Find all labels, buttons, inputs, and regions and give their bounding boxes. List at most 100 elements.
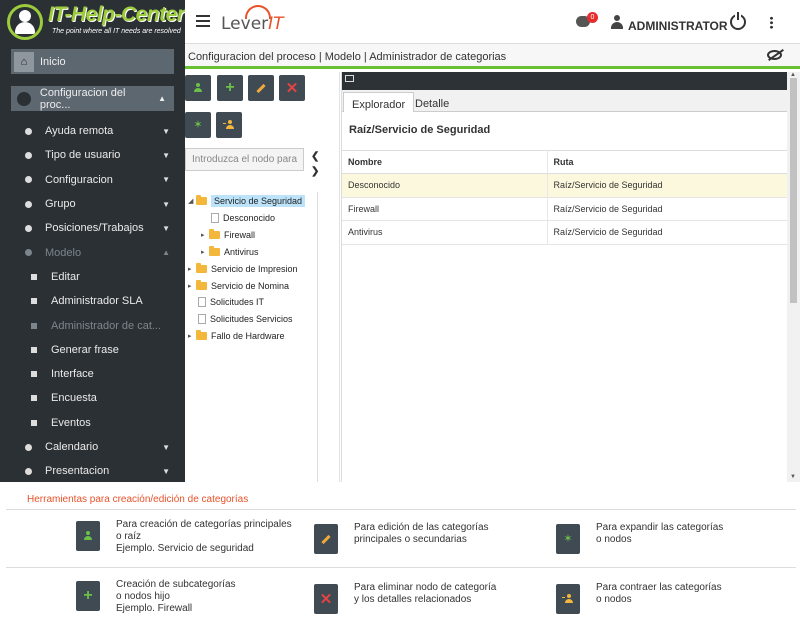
sidebar-item-configuracion-proceso[interactable]: Configuracion del proc... ▲	[11, 86, 174, 111]
help-text: Para expandir las categorías o nodos	[596, 522, 724, 545]
category-tree-pane: + ✕ ✶ Introduzca el nodo para ❮ ❯ ◢ Servi…	[185, 72, 340, 482]
scrollbar-thumb[interactable]	[790, 78, 797, 303]
add-root-user-icon	[193, 83, 203, 93]
user-icon[interactable]	[611, 15, 623, 29]
hide-eye-icon[interactable]	[767, 50, 782, 60]
help-edit: Para edición de las categorías principal…	[314, 522, 489, 554]
tools-title: Herramientas para creación/edición de ca…	[27, 494, 249, 505]
edit-button[interactable]	[248, 75, 274, 101]
tree-node-servicio-impresion[interactable]: ▸ Servicio de Impresion	[188, 261, 298, 276]
sidebar-item-label: Interface	[51, 368, 94, 381]
folder-icon	[196, 194, 207, 205]
folder-icon	[196, 279, 207, 290]
explorer-tabs: Explorador Detalle	[342, 90, 788, 112]
divider	[6, 509, 796, 510]
help-text: Para eliminar nodo de categoría y los de…	[354, 582, 497, 605]
caret-right-icon[interactable]: ▸	[201, 231, 209, 239]
menu-hamburger-icon[interactable]	[196, 15, 210, 27]
sidebar-item-label: Posiciones/Trabajos	[45, 222, 144, 235]
edit-pencil-icon	[256, 83, 266, 93]
tree-node-desconocido[interactable]: Desconocido	[211, 210, 275, 225]
sidebar-subitem-administrador-sla[interactable]: Administrador SLA	[0, 289, 185, 313]
sidebar-item-tipo-usuario[interactable]: Tipo de usuario ▼	[0, 143, 185, 167]
username[interactable]: ADMINISTRATOR	[628, 19, 728, 33]
notification-badge: 0	[587, 12, 598, 23]
delete-x-icon: ✕	[314, 584, 338, 614]
sidebar-subitem-interface[interactable]: Interface	[0, 362, 185, 386]
chevron-down-icon: ▼	[162, 150, 170, 160]
sidebar-item-posiciones[interactable]: Posiciones/Trabajos ▼	[0, 216, 185, 240]
sidebar-subitem-eventos[interactable]: Eventos	[0, 411, 185, 435]
divider	[6, 567, 796, 568]
sidebar-item-modelo[interactable]: Modelo ▲	[0, 240, 185, 264]
add-root-user-icon	[76, 521, 100, 551]
chevron-up-icon: ▲	[158, 94, 166, 103]
caret-down-icon[interactable]: ◢	[188, 197, 196, 205]
chevron-left-icon[interactable]: ❮	[311, 151, 319, 162]
help-delete: ✕ Para eliminar nodo de categoría y los …	[314, 582, 496, 614]
sidebar-item-grupo[interactable]: Grupo ▼	[0, 192, 185, 216]
delete-button[interactable]: ✕	[279, 75, 305, 101]
caret-right-icon[interactable]: ▸	[188, 332, 196, 340]
power-logout-icon[interactable]	[730, 12, 746, 30]
sidebar-item-ayuda-remota[interactable]: Ayuda remota ▼	[0, 119, 185, 143]
it-help-center-logo[interactable]: IT-Help-Center The point where all IT ne…	[0, 0, 185, 44]
tree-node-solicitudes-servicios[interactable]: Solicitudes Servicios	[198, 311, 293, 326]
chevron-down-icon: ▼	[162, 442, 170, 452]
collapse-icon	[556, 584, 580, 614]
category-table: Nombre Ruta Desconocido Raíz/Servicio de …	[342, 150, 788, 245]
sidebar-item-label: Encuesta	[51, 392, 97, 405]
scroll-down-icon[interactable]: ▼	[790, 474, 796, 480]
add-child-button[interactable]: +	[217, 75, 243, 101]
tab-detalle[interactable]: Detalle	[407, 92, 457, 112]
expand-button[interactable]: ✶	[185, 112, 211, 138]
explorer-pane: Explorador Detalle Raíz/Servicio de Segu…	[341, 72, 788, 482]
sidebar-item-label: Inicio	[40, 55, 66, 68]
monitor-icon	[345, 75, 354, 82]
chevron-right-icon[interactable]: ❯	[311, 166, 319, 177]
help-text: Para creación de categorías principales …	[116, 519, 292, 554]
file-icon	[198, 313, 206, 324]
sidebar-subitem-editar[interactable]: Editar	[0, 265, 185, 289]
more-options-icon[interactable]	[770, 16, 773, 29]
file-icon	[211, 212, 219, 223]
sidebar-item-inicio[interactable]: ⌂ Inicio	[11, 49, 174, 74]
circle-icon	[17, 91, 31, 106]
sidebar-item-presentacion[interactable]: Presentacion ▼	[0, 459, 185, 482]
caret-right-icon[interactable]: ▸	[201, 248, 209, 256]
caret-right-icon[interactable]: ▸	[188, 265, 196, 273]
collapse-button[interactable]	[216, 112, 242, 138]
tab-explorador[interactable]: Explorador	[343, 92, 415, 112]
tree-node-solicitudes-it[interactable]: Solicitudes IT	[198, 294, 264, 309]
folder-icon	[196, 262, 207, 273]
sidebar-item-configuracion[interactable]: Configuracion ▼	[0, 168, 185, 192]
delete-x-icon: ✕	[285, 79, 299, 97]
column-header-nombre[interactable]: Nombre	[342, 150, 548, 174]
cell-ruta: Raíz/Servicio de Seguridad	[547, 220, 788, 245]
tree-node-antivirus[interactable]: ▸ Antivirus	[201, 244, 259, 259]
sidebar-item-label: Presentacion	[45, 465, 110, 478]
add-plus-icon: +	[76, 581, 100, 611]
tree-node-servicio-nomina[interactable]: ▸ Servicio de Nomina	[188, 278, 289, 293]
sidebar-subitem-generar-frase[interactable]: Generar frase	[0, 338, 185, 362]
cell-nombre: Firewall	[342, 197, 548, 221]
tree-search-input[interactable]: Introduzca el nodo para	[185, 148, 304, 171]
table-row[interactable]: Firewall Raíz/Servicio de Seguridad	[342, 197, 788, 221]
column-header-ruta[interactable]: Ruta	[547, 150, 788, 174]
table-row[interactable]: Desconocido Raíz/Servicio de Seguridad	[342, 173, 788, 198]
table-header-row: Nombre Ruta	[342, 150, 788, 174]
logo-figure-icon	[19, 10, 31, 22]
sidebar-item-calendario[interactable]: Calendario ▼	[0, 435, 185, 459]
tree-node-servicio-seguridad[interactable]: ◢ Servicio de Seguridad	[188, 193, 306, 208]
vertical-scrollbar[interactable]: ▲ ▼	[787, 72, 800, 482]
sidebar-item-label: Configuracion	[45, 173, 113, 186]
add-root-button[interactable]	[185, 75, 211, 101]
table-row[interactable]: Antivirus Raíz/Servicio de Seguridad	[342, 220, 788, 245]
collapse-icon	[223, 120, 235, 130]
tree-node-fallo-hardware[interactable]: ▸ Fallo de Hardware	[188, 328, 285, 343]
tree-node-firewall[interactable]: ▸ Firewall	[201, 227, 255, 242]
sidebar-subitem-administrador-categorias[interactable]: Administrador de cat...	[0, 313, 185, 337]
caret-right-icon[interactable]: ▸	[188, 282, 196, 290]
sidebar-subitem-encuesta[interactable]: Encuesta	[0, 386, 185, 410]
file-icon	[198, 296, 206, 307]
